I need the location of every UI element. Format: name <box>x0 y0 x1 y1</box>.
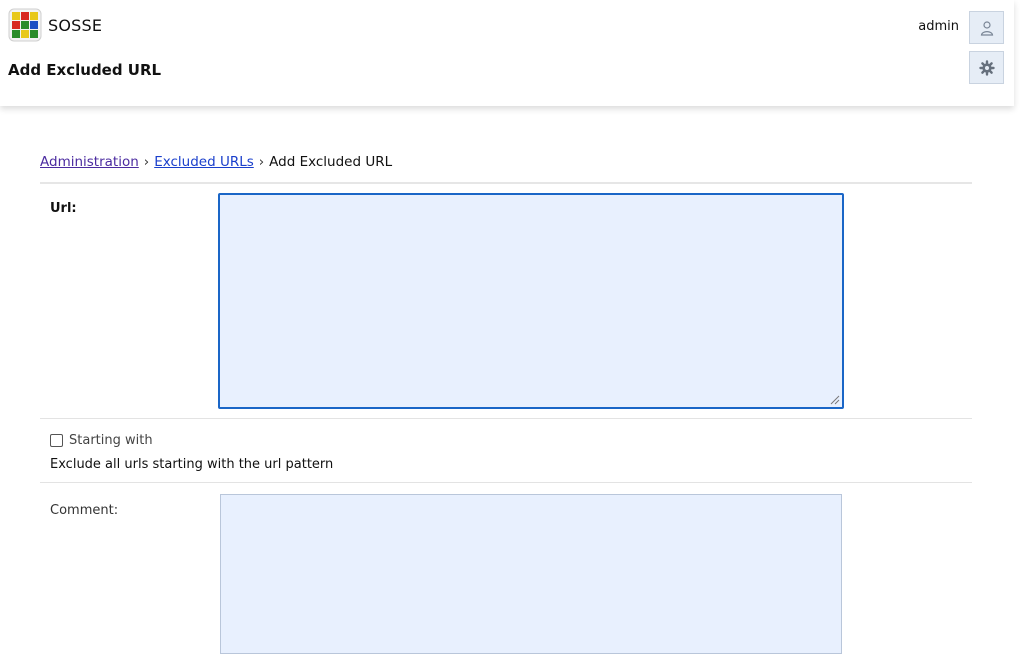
top-bar: SOSSE Add Excluded URL admin <box>0 0 1014 106</box>
username-label: admin <box>918 19 959 34</box>
breadcrumb-excluded-urls-link[interactable]: Excluded URLs <box>154 154 254 170</box>
sosse-logo-icon <box>8 8 42 42</box>
brand-home-link[interactable]: SOSSE <box>8 8 102 42</box>
breadcrumb-separator: › <box>258 154 265 170</box>
user-menu-button[interactable] <box>969 11 1004 44</box>
settings-button[interactable] <box>969 51 1004 84</box>
breadcrumb-current: Add Excluded URL <box>269 154 393 170</box>
breadcrumb: Administration › Excluded URLs › Add Exclude… <box>40 150 972 184</box>
starting-with-form-row: Starting with Exclude all urls starting … <box>40 419 972 483</box>
url-form-row: Url: <box>40 184 972 419</box>
resize-handle-icon[interactable] <box>830 395 840 405</box>
url-label: Url: <box>50 201 77 216</box>
starting-with-help-text: Exclude all urls starting with the url p… <box>50 457 334 472</box>
url-textarea[interactable] <box>218 193 844 409</box>
comment-textarea[interactable] <box>220 494 842 654</box>
comment-label: Comment: <box>50 503 119 518</box>
main-content: Administration › Excluded URLs › Add Exclude… <box>40 150 972 654</box>
comment-form-row: Comment: <box>40 483 972 654</box>
starting-with-option[interactable]: Starting with <box>50 433 153 448</box>
breadcrumb-separator: › <box>143 154 150 170</box>
starting-with-label: Starting with <box>69 433 153 448</box>
user-icon <box>980 20 993 36</box>
brand-name: SOSSE <box>48 15 103 35</box>
starting-with-checkbox[interactable] <box>50 434 63 447</box>
gear-icon <box>978 59 995 76</box>
breadcrumb-administration-link[interactable]: Administration <box>40 154 139 170</box>
page-title: Add Excluded URL <box>8 61 162 79</box>
